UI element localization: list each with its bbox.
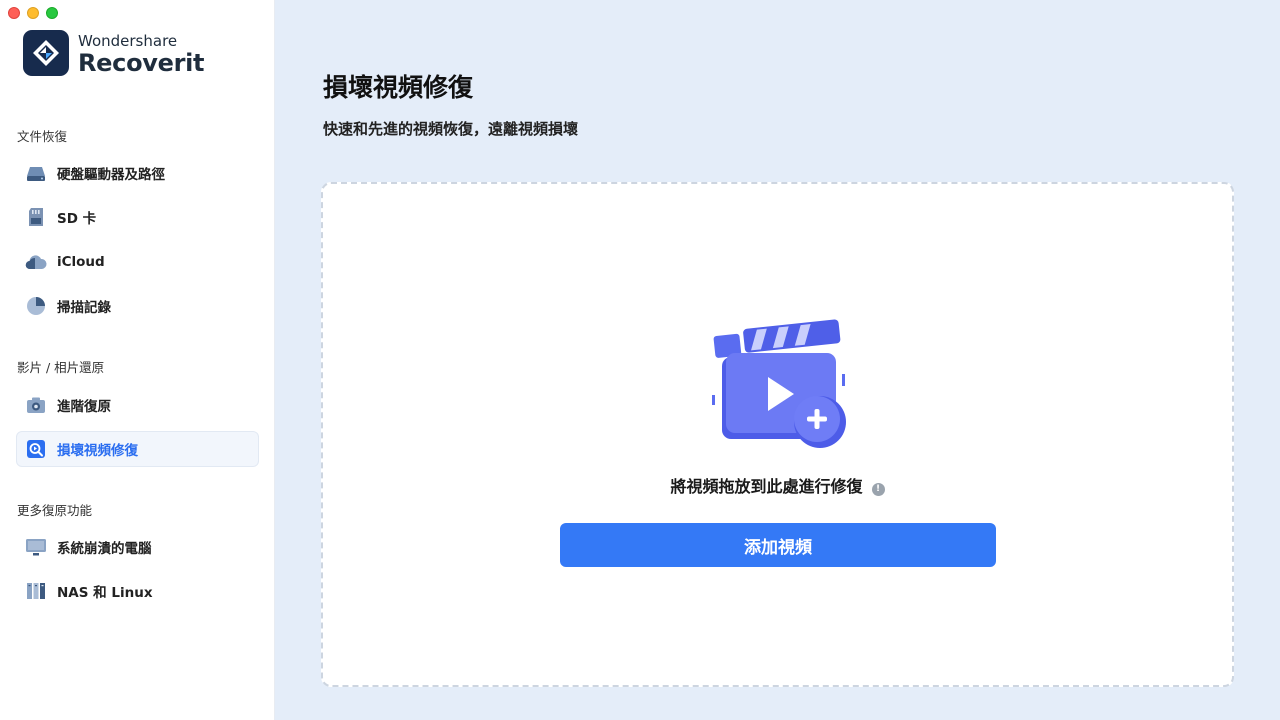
- section-file-recovery: 文件恢復: [17, 129, 68, 144]
- drop-instruction-text: 將視頻拖放到此處進行修復: [670, 477, 863, 496]
- sidebar-item-label: SD 卡: [57, 211, 97, 227]
- sidebar-item-sd-card[interactable]: SD 卡: [16, 199, 259, 235]
- sidebar-item-crashed-computer[interactable]: 系統崩潰的電腦: [16, 529, 259, 565]
- sidebar-item-label: NAS 和 Linux: [57, 585, 153, 601]
- camera-icon: [25, 394, 47, 416]
- drop-instruction: 將視頻拖放到此處進行修復!: [323, 473, 1232, 497]
- sidebar-item-label: 系統崩潰的電腦: [57, 541, 152, 557]
- sidebar-item-icloud[interactable]: iCloud: [16, 244, 259, 280]
- page-subtitle: 快速和先進的視頻恢復，遠離視頻損壞: [323, 120, 579, 138]
- window-controls: [8, 7, 58, 19]
- hard-drive-icon: [25, 162, 47, 184]
- sidebar: Wondershare Recoverit 文件恢復 硬盤驅動器及路徑 SD 卡: [0, 0, 275, 720]
- sidebar-item-hard-drive[interactable]: 硬盤驅動器及路徑: [16, 155, 259, 191]
- zoom-window-button[interactable]: [46, 7, 58, 19]
- info-icon[interactable]: !: [871, 483, 885, 496]
- sidebar-item-nas-linux[interactable]: NAS 和 Linux: [16, 573, 259, 609]
- sidebar-item-scan-history[interactable]: 掃描記錄: [16, 288, 259, 324]
- sidebar-item-label: 進階復原: [57, 399, 111, 415]
- product-name: Recoverit: [78, 48, 205, 77]
- pie-chart-icon: [25, 295, 47, 317]
- video-repair-icon: [25, 438, 47, 460]
- nas-icon: [25, 580, 47, 602]
- sd-card-icon: [25, 206, 47, 228]
- sidebar-item-label: 掃描記錄: [57, 300, 111, 316]
- cloud-icon: [25, 251, 47, 273]
- sidebar-item-label: 損壞視頻修復: [57, 443, 138, 459]
- monitor-icon: [25, 536, 47, 558]
- minimize-window-button[interactable]: [27, 7, 39, 19]
- video-drop-zone[interactable]: 將視頻拖放到此處進行修復! 添加視頻: [321, 182, 1234, 687]
- add-video-button[interactable]: 添加視頻: [560, 523, 996, 567]
- page-title: 損壞視頻修復: [323, 73, 474, 102]
- sidebar-item-corrupted-video-repair[interactable]: 損壞視頻修復: [16, 431, 259, 467]
- close-window-button[interactable]: [8, 7, 20, 19]
- section-video-photo-recovery: 影片 / 相片還原: [17, 360, 105, 375]
- sidebar-item-label: 硬盤驅動器及路徑: [57, 167, 165, 183]
- recoverit-logo-icon: [23, 30, 69, 76]
- video-clapper-icon: [708, 319, 858, 454]
- sidebar-item-label: iCloud: [57, 254, 105, 270]
- sidebar-item-advanced-recovery[interactable]: 進階復原: [16, 387, 259, 423]
- brand-name: Wondershare: [78, 31, 178, 50]
- app-logo: Wondershare Recoverit: [23, 30, 205, 77]
- section-more-recovery: 更多復原功能: [17, 503, 93, 518]
